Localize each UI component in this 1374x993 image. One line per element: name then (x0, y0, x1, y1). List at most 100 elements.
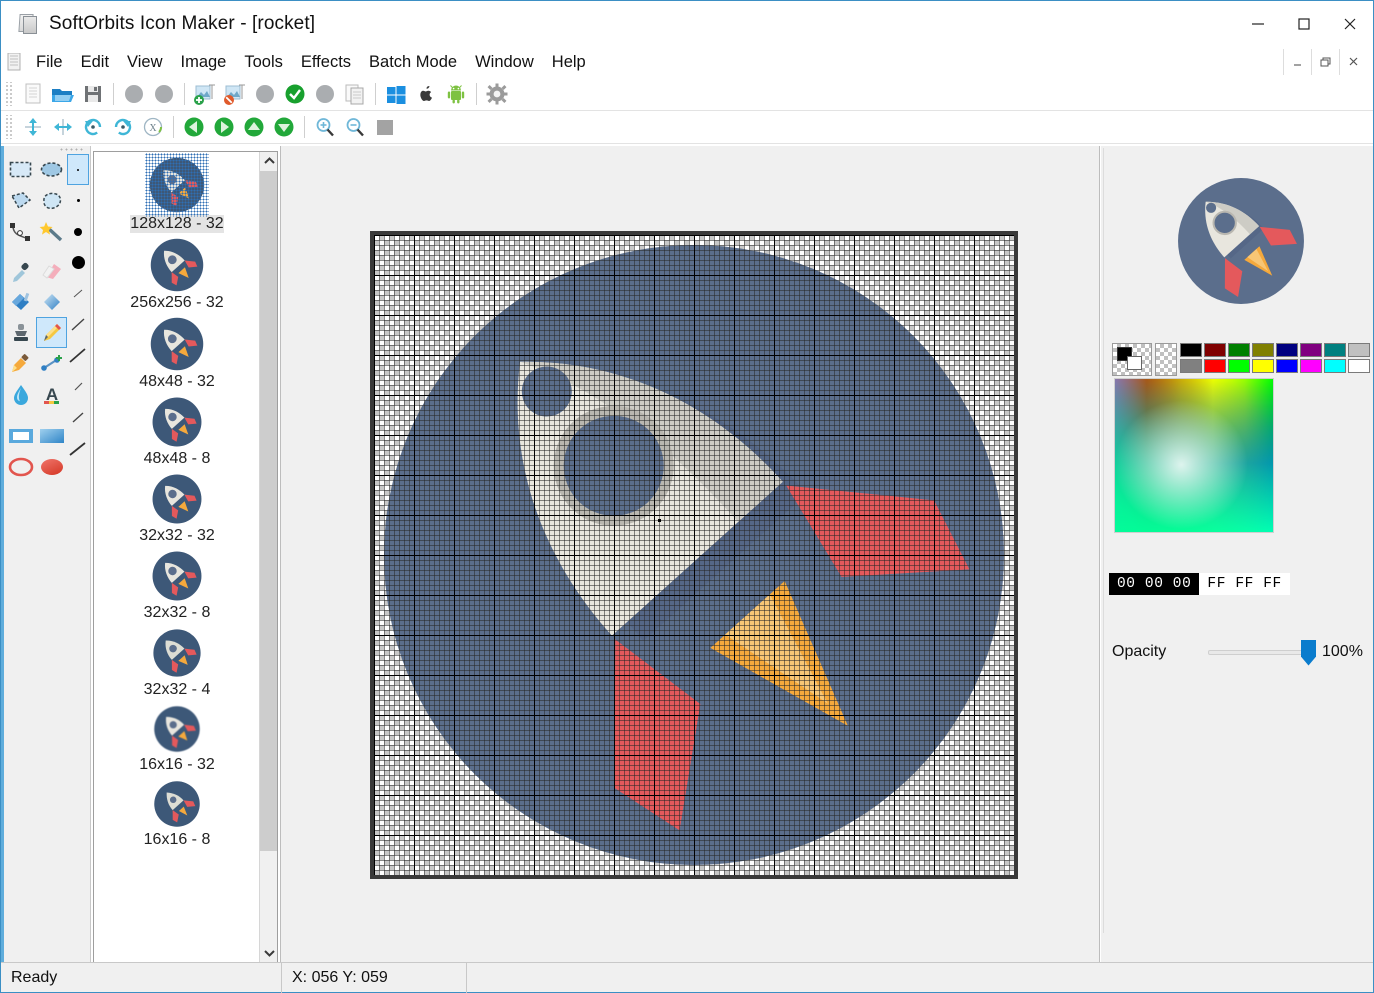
brush-tool[interactable] (5, 348, 36, 379)
minimize-button[interactable] (1235, 1, 1281, 46)
path-node-tool[interactable] (5, 216, 36, 247)
list-item[interactable]: 32x32 - 8 (94, 549, 260, 626)
menu-image[interactable]: Image (172, 50, 236, 75)
prev-frame-button[interactable] (179, 113, 209, 142)
undo-button[interactable] (119, 80, 149, 109)
swatch-green[interactable] (1228, 343, 1250, 357)
ellipse-shape-tool[interactable] (5, 451, 36, 482)
mdi-close-button[interactable] (1339, 49, 1367, 75)
scroll-down-button[interactable] (260, 944, 278, 962)
swatch-red[interactable] (1204, 359, 1226, 373)
palette-grip-icon[interactable] (59, 147, 85, 153)
list-item[interactable]: 16x16 - 32 (94, 703, 260, 778)
paste-button[interactable] (310, 80, 340, 109)
menu-edit[interactable]: Edit (72, 50, 118, 75)
eraser-tool[interactable] (36, 255, 67, 286)
list-item[interactable]: 128x128 - 32 (94, 156, 260, 237)
opacity-slider-thumb[interactable] (1301, 640, 1316, 666)
android-icon-button[interactable] (441, 80, 471, 109)
list-item[interactable]: 16x16 - 8 (94, 778, 260, 853)
foreground-hex-value[interactable]: 00 00 00 (1109, 573, 1199, 595)
stamp-tool[interactable] (5, 317, 36, 348)
maximize-button[interactable] (1281, 1, 1327, 46)
brush-line-5[interactable] (67, 402, 89, 433)
move-down-button[interactable] (269, 113, 299, 142)
brush-line-4[interactable] (67, 371, 89, 402)
menu-help[interactable]: Help (543, 50, 595, 75)
brush-size-small[interactable] (67, 216, 89, 247)
swatch-fuchsia[interactable] (1300, 359, 1322, 373)
save-file-button[interactable] (78, 80, 108, 109)
line-node-tool[interactable] (36, 348, 67, 379)
windows-icon-button[interactable] (381, 80, 411, 109)
polygon-select-tool[interactable] (5, 185, 36, 216)
list-item[interactable]: 32x32 - 32 (94, 472, 260, 549)
new-file-button[interactable] (18, 80, 48, 109)
menu-effects[interactable]: Effects (292, 50, 360, 75)
mdi-minimize-button[interactable] (1283, 49, 1311, 75)
menu-window[interactable]: Window (466, 50, 543, 75)
swatch-maroon[interactable] (1204, 343, 1226, 357)
rect-select-tool[interactable] (5, 154, 36, 185)
color-picker-tool[interactable] (5, 255, 36, 286)
remove-image-button[interactable] (220, 80, 250, 109)
paint-bucket-tool[interactable] (5, 286, 36, 317)
apply-button[interactable] (280, 80, 310, 109)
flip-horizontal-button[interactable] (48, 113, 78, 142)
scrollbar-thumb[interactable] (260, 171, 278, 851)
swatch-black[interactable] (1180, 343, 1202, 357)
menu-batch-mode[interactable]: Batch Mode (360, 50, 466, 75)
menu-grip-icon[interactable] (1, 46, 27, 78)
rotate-left-button[interactable] (78, 113, 108, 142)
pixel-canvas[interactable] (374, 235, 1014, 875)
cut-button[interactable] (250, 80, 280, 109)
background-hex-value[interactable]: FF FF FF (1199, 573, 1289, 595)
list-item[interactable]: 48x48 - 32 (94, 316, 260, 395)
toolbar-grip-icon[interactable] (4, 115, 14, 139)
swatch-navy[interactable] (1276, 343, 1298, 357)
flip-vertical-button[interactable] (18, 113, 48, 142)
text-tool[interactable]: A (36, 379, 67, 410)
color-field-picker[interactable] (1114, 378, 1274, 533)
brush-line-2[interactable] (67, 309, 89, 340)
move-up-button[interactable] (239, 113, 269, 142)
swatch-gray[interactable] (1180, 359, 1202, 373)
rectangle-shape-tool[interactable] (5, 420, 36, 451)
redo-button[interactable] (149, 80, 179, 109)
swatch-olive[interactable] (1252, 343, 1274, 357)
lasso-select-tool[interactable] (36, 185, 67, 216)
toolbar-grip-icon[interactable] (4, 82, 14, 106)
brush-line-1[interactable] (67, 278, 89, 309)
mdi-restore-button[interactable] (1311, 49, 1339, 75)
pencil-tool[interactable] (36, 317, 67, 348)
menu-view[interactable]: View (118, 50, 171, 75)
ellipse-select-tool[interactable] (36, 154, 67, 185)
brush-line-6[interactable] (67, 433, 89, 464)
list-item[interactable]: 256x256 - 32 (94, 237, 260, 316)
opacity-slider[interactable] (1208, 650, 1308, 655)
menu-file[interactable]: File (27, 50, 72, 75)
list-item[interactable]: 32x32 - 4 (94, 626, 260, 703)
copy-button[interactable] (340, 80, 370, 109)
add-image-button[interactable] (190, 80, 220, 109)
settings-button[interactable] (482, 80, 512, 109)
transparent-color-swatch[interactable] (1155, 343, 1177, 376)
icon-size-list[interactable]: 128x128 - 32 256x256 - (93, 151, 278, 963)
filled-ellipse-tool[interactable] (36, 451, 67, 482)
free-transform-button[interactable]: X (138, 113, 168, 142)
swatch-teal[interactable] (1324, 343, 1346, 357)
swatch-white[interactable] (1348, 359, 1370, 373)
swatch-silver[interactable] (1348, 343, 1370, 357)
brush-size-tiny[interactable] (67, 185, 89, 216)
zoom-in-button[interactable] (310, 113, 340, 142)
open-file-button[interactable] (48, 80, 78, 109)
next-frame-button[interactable] (209, 113, 239, 142)
menu-tools[interactable]: Tools (235, 50, 292, 75)
gradient-fill-tool[interactable] (36, 286, 67, 317)
icon-list-scrollbar[interactable] (259, 152, 277, 962)
zoom-out-button[interactable] (340, 113, 370, 142)
scroll-up-button[interactable] (260, 152, 278, 170)
stop-button[interactable] (370, 113, 400, 142)
filled-rect-tool[interactable] (36, 420, 67, 451)
brush-size-medium[interactable] (67, 247, 89, 278)
